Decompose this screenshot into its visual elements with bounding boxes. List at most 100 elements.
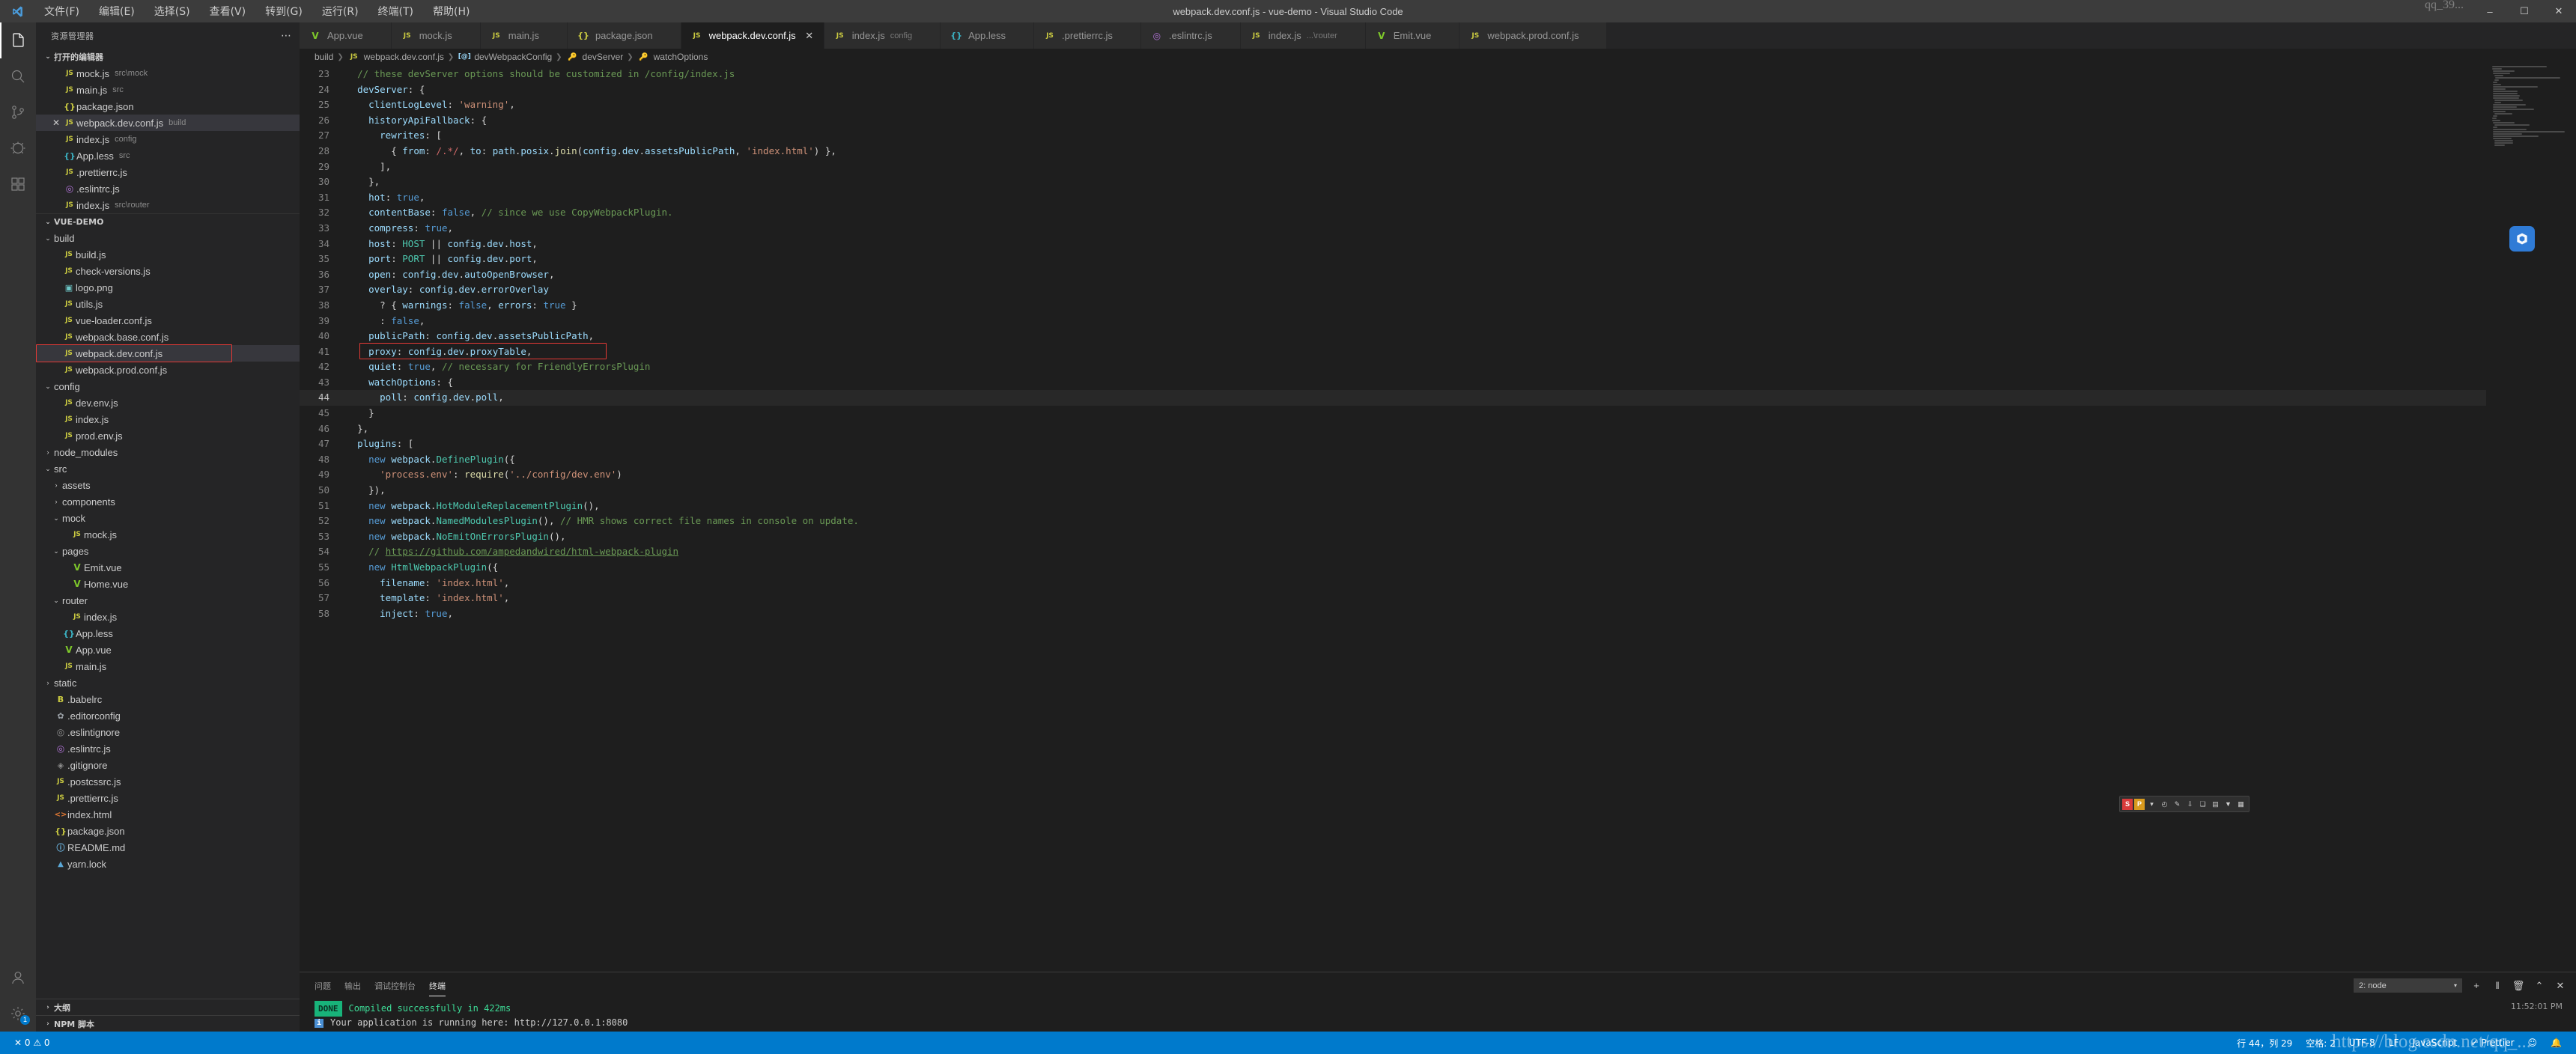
activity-extensions[interactable] xyxy=(0,166,36,202)
tree-file-item[interactable]: ◎ .eslintignore xyxy=(36,724,300,740)
close-button[interactable]: ✕ xyxy=(2542,0,2576,22)
maximize-button[interactable]: ☐ xyxy=(2507,0,2542,22)
code-line[interactable]: 26 historyApiFallback: { xyxy=(300,113,2486,129)
editor-tab[interactable]: JSmock.js✕ xyxy=(391,22,481,49)
code-line[interactable]: 44 poll: config.dev.poll, xyxy=(300,390,2486,406)
code-line[interactable]: 45 } xyxy=(300,406,2486,421)
code-line[interactable]: 51 new webpack.HotModuleReplacementPlugi… xyxy=(300,499,2486,514)
code-editor[interactable]: 23 // these devServer options should be … xyxy=(300,65,2486,972)
tree-file-item[interactable]: ⓘ README.md xyxy=(36,839,300,856)
tree-file-item[interactable]: ▣ logo.png xyxy=(36,279,300,296)
tree-file-item[interactable]: JS index.js xyxy=(36,609,300,625)
breadcrumb-item[interactable]: build xyxy=(315,52,333,62)
open-editor-item[interactable]: ✕JS.prettierrc.js xyxy=(36,164,300,180)
tree-folder-item[interactable]: › static xyxy=(36,674,300,691)
code-line[interactable]: 29 ], xyxy=(300,159,2486,175)
tree-file-item[interactable]: V App.vue xyxy=(36,642,300,658)
tree-file-item[interactable]: JS utils.js xyxy=(36,296,300,312)
tree-folder-item[interactable]: › components xyxy=(36,493,300,510)
activity-explorer[interactable] xyxy=(0,22,36,58)
open-editor-item[interactable]: ✕JSindex.jsconfig xyxy=(36,131,300,147)
panel-tab[interactable]: 输出 xyxy=(344,977,361,995)
tree-file-item[interactable]: JS webpack.prod.conf.js xyxy=(36,362,300,378)
tree-folder-item[interactable]: ⌄ pages xyxy=(36,543,300,559)
tree-folder-item[interactable]: ⌄ src xyxy=(36,460,300,477)
menu-file[interactable]: 文件(F) xyxy=(34,1,89,21)
tree-folder-item[interactable]: › assets xyxy=(36,477,300,493)
status-cursor-position[interactable]: 行 44，列 29 xyxy=(2230,1032,2299,1054)
code-line[interactable]: 52 new webpack.NamedModulesPlugin(), // … xyxy=(300,514,2486,529)
tree-file-item[interactable]: JS mock.js xyxy=(36,526,300,543)
download-icon[interactable]: ⇩ xyxy=(2184,798,2196,811)
activity-source-control[interactable] xyxy=(0,94,36,130)
status-feedback-icon[interactable]: ☺ xyxy=(2521,1032,2545,1054)
close-editor-icon[interactable]: ✕ xyxy=(49,118,63,128)
tree-file-item[interactable]: ▲ yarn.lock xyxy=(36,856,300,872)
code-line[interactable]: 42 quiet: true, // necessary for Friendl… xyxy=(300,359,2486,375)
chevron-down-icon[interactable]: ⌄ xyxy=(50,514,62,523)
tree-file-item[interactable]: ✿ .editorconfig xyxy=(36,707,300,724)
code-line[interactable]: 50 }), xyxy=(300,483,2486,499)
menu-view[interactable]: 查看(V) xyxy=(200,1,256,21)
tree-folder-item[interactable]: › node_modules xyxy=(36,444,300,460)
chevron-down-icon[interactable]: ⌄ xyxy=(42,383,54,391)
status-prettier[interactable]: ✓ Prettier xyxy=(2464,1032,2521,1054)
code-line[interactable]: 58 inject: true, xyxy=(300,606,2486,622)
code-line[interactable]: 33 compress: true, xyxy=(300,221,2486,237)
code-line[interactable]: 46 }, xyxy=(300,421,2486,437)
editor-minimap[interactable] xyxy=(2486,65,2576,972)
status-indentation[interactable]: 空格: 2 xyxy=(2299,1032,2342,1054)
menu-edit[interactable]: 编辑(E) xyxy=(89,1,145,21)
open-editor-item[interactable]: ✕◎.eslintrc.js xyxy=(36,180,300,197)
section-project-root[interactable]: ⌄ VUE-DEMO xyxy=(36,213,300,230)
menu-run[interactable]: 运行(R) xyxy=(312,1,368,21)
code-line[interactable]: 53 new webpack.NoEmitOnErrorsPlugin(), xyxy=(300,529,2486,545)
close-panel-button[interactable]: ✕ xyxy=(2554,980,2567,992)
open-editor-item[interactable]: ✕JSmain.jssrc xyxy=(36,82,300,98)
breadcrumb[interactable]: build ❯ JS webpack.dev.conf.js ❯ [@] devWebpac… xyxy=(300,49,2576,65)
code-line[interactable]: 24 devServer: { xyxy=(300,82,2486,98)
code-line[interactable]: 37 overlay: config.dev.errorOverlay xyxy=(300,282,2486,298)
tree-folder-item[interactable]: ⌄ config xyxy=(36,378,300,395)
editor-tab[interactable]: JSindex.js...\router✕ xyxy=(1240,22,1366,49)
tree-folder-item[interactable]: ⌄ mock xyxy=(36,510,300,526)
pen-icon[interactable]: ✎ xyxy=(2172,798,2183,811)
tree-file-item[interactable]: JS .prettierrc.js xyxy=(36,790,300,806)
code-line[interactable]: 38 ? { warnings: false, errors: true } xyxy=(300,298,2486,314)
section-open-editors[interactable]: ⌄ 打开的编辑器 xyxy=(36,49,300,65)
breadcrumb-item[interactable]: [@] devWebpackConfig xyxy=(458,52,552,62)
editor-tab[interactable]: JSwebpack.prod.conf.js✕ xyxy=(1459,22,1608,49)
editor-viewport[interactable]: 23 // these devServer options should be … xyxy=(300,65,2576,972)
code-line[interactable]: 32 contentBase: false, // since we use C… xyxy=(300,205,2486,221)
tree-file-item[interactable]: JS main.js xyxy=(36,658,300,674)
code-line[interactable]: 31 hot: true, xyxy=(300,190,2486,206)
tree-folder-item[interactable]: ⌄ router xyxy=(36,592,300,609)
activity-search[interactable] xyxy=(0,58,36,94)
screenshot-float-toolbar[interactable]: S P ▾ ◴ ✎ ⇩ ❏ ▤ ▼ ▦ xyxy=(2119,796,2250,812)
chevron-right-icon[interactable]: › xyxy=(42,679,54,686)
code-line[interactable]: 47 plugins: [ xyxy=(300,436,2486,452)
editor-tab[interactable]: {}App.less✕ xyxy=(941,22,1034,49)
code-line[interactable]: 56 filename: 'index.html', xyxy=(300,576,2486,591)
editor-tab-bar[interactable]: VApp.vue✕JSmock.js✕JSmain.js✕{}package.j… xyxy=(300,22,2576,49)
tree-file-item[interactable]: {} App.less xyxy=(36,625,300,642)
editor-tab[interactable]: JSmain.js✕ xyxy=(480,22,568,49)
code-line[interactable]: 57 template: 'index.html', xyxy=(300,591,2486,606)
panel-tab[interactable]: 问题 xyxy=(315,977,331,995)
menu-go[interactable]: 转到(G) xyxy=(255,1,312,21)
tree-folder-item[interactable]: ⌄ build xyxy=(36,230,300,246)
status-problems[interactable]: ✕ 0 ⚠ 0 xyxy=(7,1032,57,1054)
tree-file-item[interactable]: JS .postcssrc.js xyxy=(36,773,300,790)
tree-file-item[interactable]: V Home.vue xyxy=(36,576,300,592)
editor-tab[interactable]: VEmit.vue✕ xyxy=(1365,22,1460,49)
code-line[interactable]: 34 host: HOST || config.dev.host, xyxy=(300,237,2486,252)
tree-file-item[interactable]: JS prod.env.js xyxy=(36,427,300,444)
chevron-down-icon[interactable]: ⌄ xyxy=(50,547,62,555)
chevron-down-icon[interactable]: ⌄ xyxy=(42,465,54,473)
window-controls[interactable]: – ☐ ✕ xyxy=(2473,0,2576,22)
clock-icon[interactable]: ◴ xyxy=(2159,798,2170,811)
code-line[interactable]: 23 // these devServer options should be … xyxy=(300,67,2486,82)
status-notifications-bell-icon[interactable]: 🔔 xyxy=(2544,1032,2569,1054)
editor-tab[interactable]: JS webpack.dev.conf.js ✕ xyxy=(681,22,824,49)
code-line[interactable]: 27 rewrites: [ xyxy=(300,128,2486,144)
